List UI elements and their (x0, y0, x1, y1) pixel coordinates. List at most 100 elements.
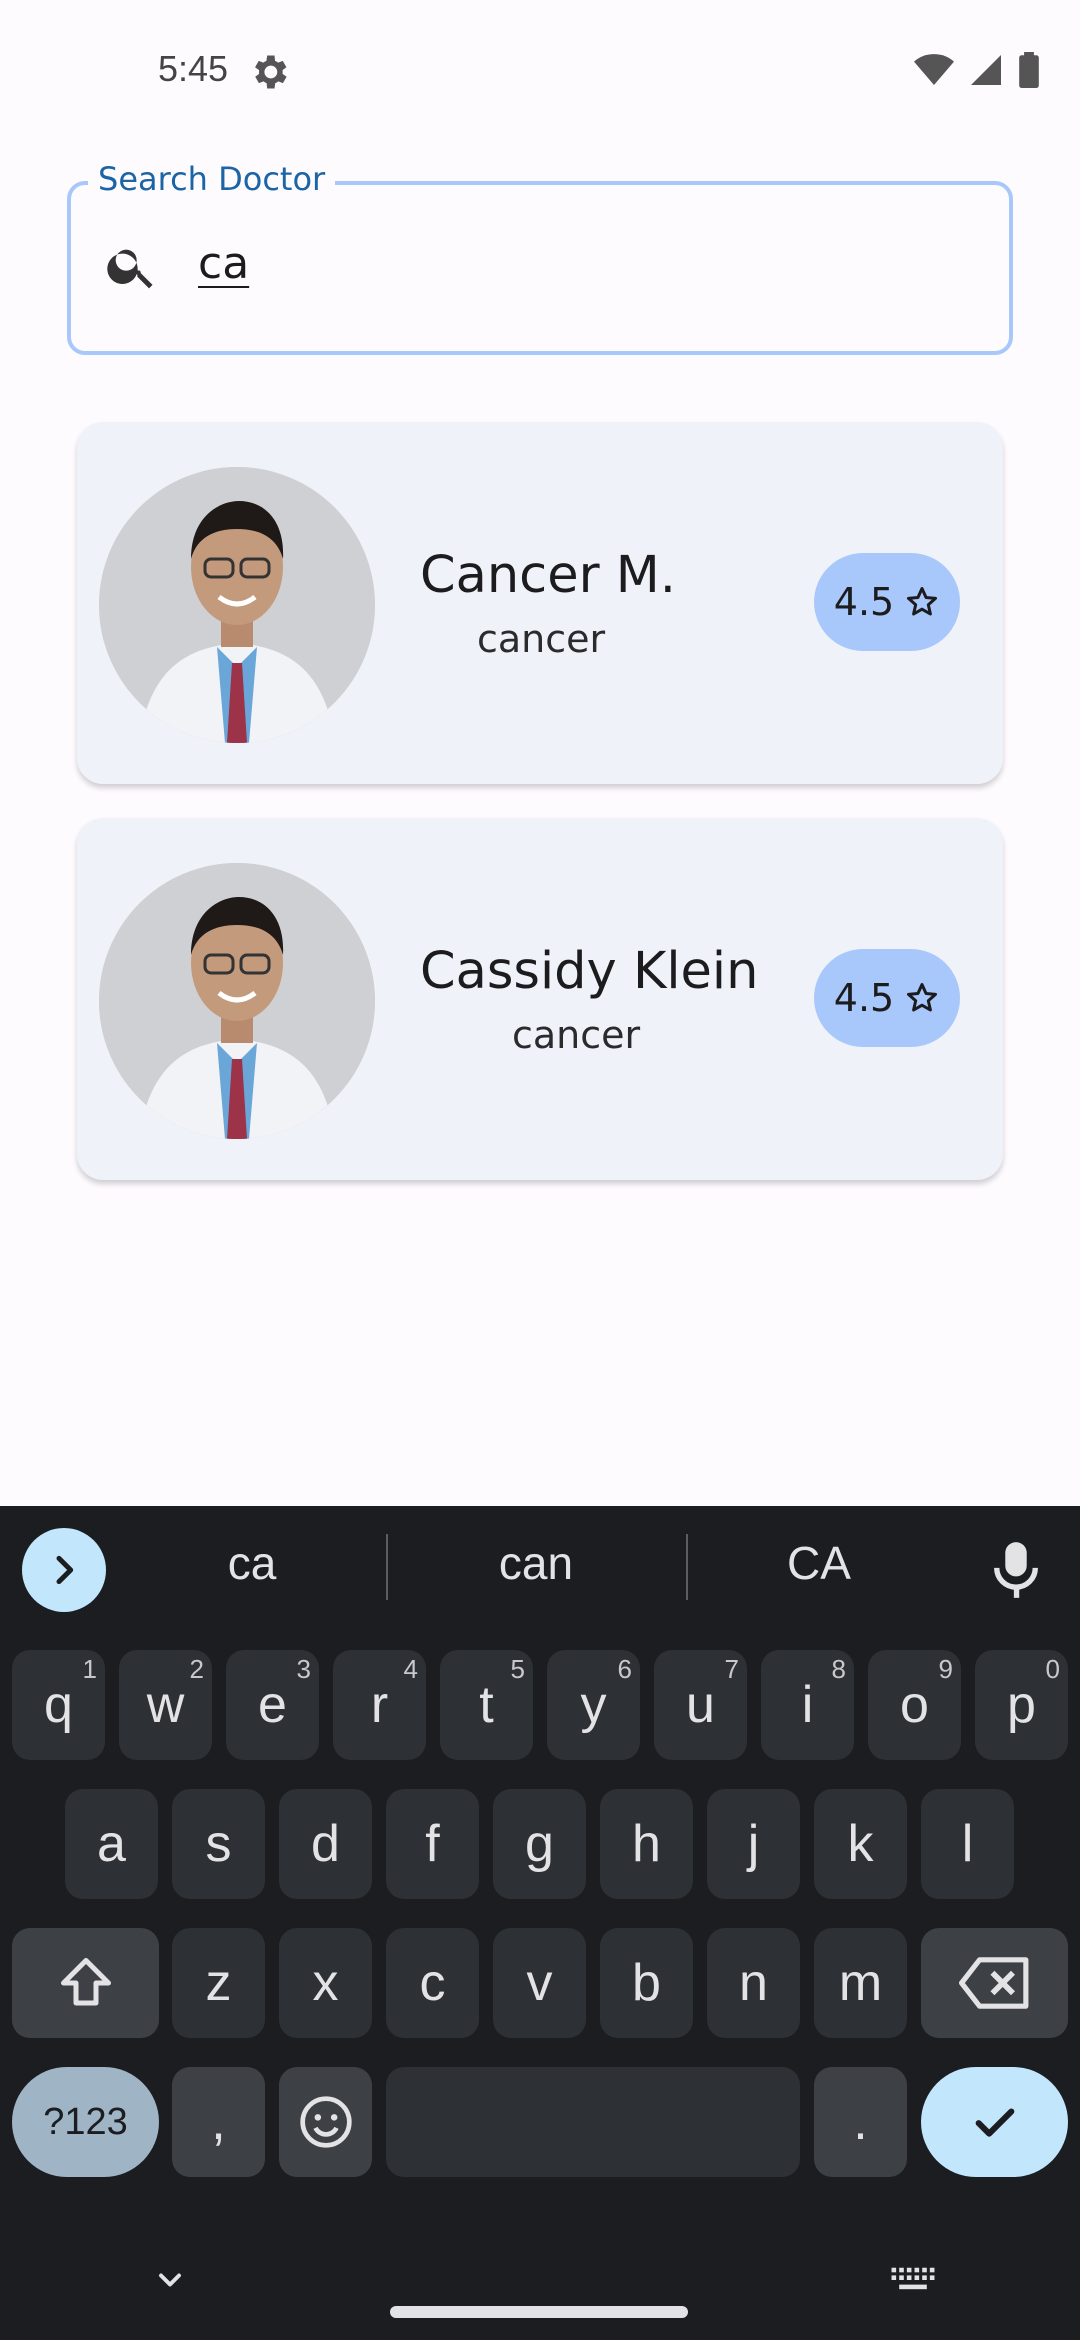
key-label: d (311, 1815, 340, 1873)
key-label: p (1007, 1676, 1036, 1734)
key-p[interactable]: p0 (975, 1650, 1068, 1760)
key-b[interactable]: b (600, 1928, 693, 2038)
battery-icon (1019, 52, 1039, 88)
soft-keyboard: ca can CA q1 w2 e3 r4 t5 y6 u7 i8 o9 p0 … (0, 1506, 1080, 2340)
signal-icon (971, 55, 1001, 85)
key-v[interactable]: v (493, 1928, 586, 2038)
key-f[interactable]: f (386, 1789, 479, 1899)
key-label: t (479, 1676, 494, 1734)
key-hint: 2 (189, 1654, 204, 1684)
key-label: e (258, 1676, 287, 1734)
hide-keyboard-icon[interactable] (150, 2262, 190, 2298)
key-hint: 4 (403, 1654, 418, 1684)
key-a[interactable]: a (65, 1789, 158, 1899)
doctor-specialty: cancer (477, 617, 606, 661)
suggestion-2[interactable]: can (436, 1536, 636, 1590)
key-m[interactable]: m (814, 1928, 907, 2038)
navigation-bar (0, 2220, 1080, 2340)
key-label: f (425, 1815, 440, 1873)
status-bar: 5:45 (0, 0, 1080, 140)
symbols-key[interactable]: ?123 (12, 2067, 159, 2177)
key-label: s (205, 1815, 232, 1873)
star-outline-icon (907, 587, 938, 616)
key-c[interactable]: c (386, 1928, 479, 2038)
key-n[interactable]: n (707, 1928, 800, 2038)
key-label: g (525, 1815, 554, 1873)
key-j[interactable]: j (707, 1789, 800, 1899)
key-w[interactable]: w2 (119, 1650, 212, 1760)
key-hint: 5 (510, 1654, 525, 1684)
doctor-card[interactable]: Cancer M. cancer 4.5 (77, 422, 1003, 784)
key-q[interactable]: q1 (12, 1650, 105, 1760)
key-label: i (801, 1676, 814, 1734)
key-label: h (632, 1815, 661, 1873)
key-hint: 1 (82, 1654, 97, 1684)
key-x[interactable]: x (279, 1928, 372, 2038)
comma-key[interactable]: , (172, 2067, 265, 2177)
key-i[interactable]: i8 (761, 1650, 854, 1760)
rating-value: 4.5 (833, 580, 895, 624)
key-hint: 7 (724, 1654, 739, 1684)
home-gesture-bar[interactable] (390, 2306, 688, 2318)
period-key[interactable]: . (814, 2067, 907, 2177)
shift-key[interactable] (12, 1928, 159, 2038)
rating-badge: 4.5 (814, 949, 960, 1047)
key-label: o (900, 1676, 929, 1734)
key-label: m (838, 1954, 883, 2012)
key-label: ?123 (43, 2100, 128, 2143)
key-k[interactable]: k (814, 1789, 907, 1899)
emoji-key[interactable] (279, 2067, 372, 2177)
key-hint: 3 (296, 1654, 311, 1684)
key-y[interactable]: y6 (547, 1650, 640, 1760)
expand-toolbar-button[interactable] (22, 1528, 106, 1612)
key-hint: 9 (938, 1654, 953, 1684)
key-label: . (853, 2093, 868, 2151)
key-u[interactable]: u7 (654, 1650, 747, 1760)
key-label: , (211, 2093, 226, 2151)
rating-badge: 4.5 (814, 553, 960, 651)
key-label: u (686, 1676, 715, 1734)
status-icons (914, 52, 1040, 88)
key-label: w (146, 1676, 185, 1734)
key-o[interactable]: o9 (868, 1650, 961, 1760)
search-icon (107, 249, 153, 289)
key-r[interactable]: r4 (333, 1650, 426, 1760)
key-hint: 0 (1045, 1654, 1060, 1684)
settings-gear-icon (255, 55, 287, 89)
wifi-icon (914, 54, 954, 85)
key-label: l (961, 1815, 974, 1873)
key-l[interactable]: l (921, 1789, 1014, 1899)
backspace-key[interactable] (921, 1928, 1068, 2038)
doctor-avatar (99, 467, 375, 743)
key-d[interactable]: d (279, 1789, 372, 1899)
key-hint: 8 (831, 1654, 846, 1684)
key-label: z (205, 1954, 232, 2012)
doctor-avatar (99, 863, 375, 1139)
key-g[interactable]: g (493, 1789, 586, 1899)
done-key[interactable] (921, 2067, 1068, 2177)
suggestion-3[interactable]: CA (719, 1536, 919, 1590)
key-label: k (847, 1815, 874, 1873)
key-t[interactable]: t5 (440, 1650, 533, 1760)
doctor-specialty: cancer (512, 1013, 641, 1057)
key-label: c (419, 1954, 446, 2012)
keyboard-switch-icon[interactable] (890, 2266, 936, 2294)
doctor-name: Cancer M. (420, 546, 676, 605)
key-s[interactable]: s (172, 1789, 265, 1899)
key-label: a (97, 1815, 126, 1873)
suggestion-1[interactable]: ca (152, 1536, 352, 1590)
emoji-icon (299, 2096, 352, 2148)
microphone-icon[interactable] (990, 1540, 1042, 1600)
key-h[interactable]: h (600, 1789, 693, 1899)
doctor-card[interactable]: Cassidy Klein cancer 4.5 (77, 818, 1003, 1180)
key-hint: 6 (617, 1654, 632, 1684)
key-z[interactable]: z (172, 1928, 265, 2038)
key-label: q (44, 1676, 73, 1734)
key-e[interactable]: e3 (226, 1650, 319, 1760)
star-outline-icon (907, 983, 938, 1012)
search-input-value[interactable]: ca (198, 238, 249, 289)
shift-icon (60, 1958, 111, 2006)
suggestion-divider (386, 1534, 388, 1600)
space-key[interactable] (386, 2067, 800, 2177)
doctor-name: Cassidy Klein (420, 942, 759, 1001)
